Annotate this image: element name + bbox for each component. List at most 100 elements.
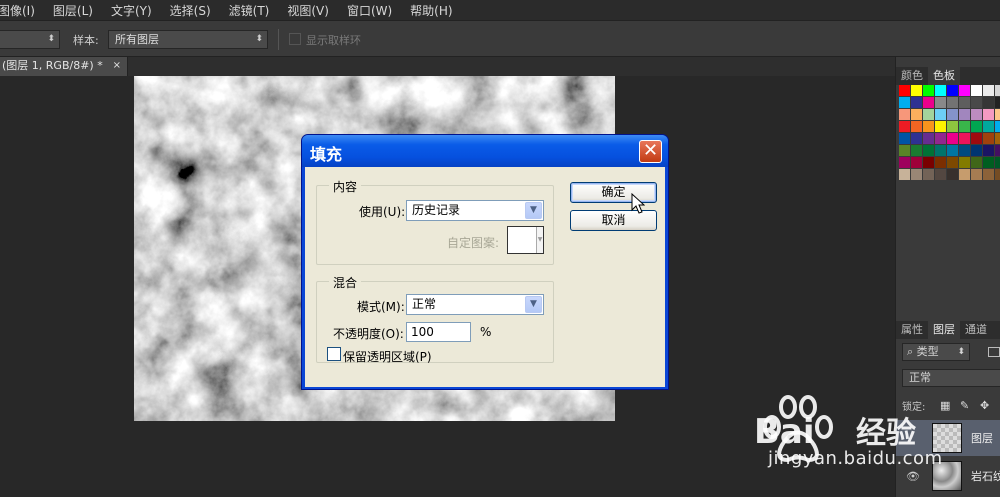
color-swatch[interactable] — [911, 85, 922, 96]
color-swatch[interactable] — [983, 109, 994, 120]
color-swatch[interactable] — [971, 121, 982, 132]
color-swatch[interactable] — [971, 109, 982, 120]
color-swatch[interactable] — [935, 169, 946, 180]
tab-color[interactable]: 颜色 — [896, 67, 928, 85]
color-swatch[interactable] — [911, 169, 922, 180]
color-swatch[interactable] — [983, 133, 994, 144]
color-swatch[interactable] — [911, 145, 922, 156]
tab-layers[interactable]: 图层 — [928, 321, 960, 339]
color-swatch[interactable] — [995, 97, 1000, 108]
color-swatch[interactable] — [983, 85, 994, 96]
menu-item[interactable]: 图像(I) — [0, 2, 35, 19]
color-swatch[interactable] — [971, 97, 982, 108]
color-swatch[interactable] — [923, 85, 934, 96]
close-button[interactable]: ✕ — [639, 140, 662, 163]
color-swatch[interactable] — [935, 133, 946, 144]
mode-select[interactable]: 正常 ▼ — [406, 294, 544, 315]
use-select[interactable]: 历史记录 ▼ — [406, 200, 544, 221]
color-swatch[interactable] — [971, 169, 982, 180]
color-swatch[interactable] — [995, 109, 1000, 120]
color-swatch[interactable] — [971, 145, 982, 156]
sample-size-select[interactable]: ⬍ — [0, 30, 60, 49]
color-swatch[interactable] — [959, 97, 970, 108]
color-swatch[interactable] — [923, 145, 934, 156]
document-tab[interactable]: (图层 1, RGB/8#) * × — [0, 57, 128, 76]
color-swatch[interactable] — [983, 169, 994, 180]
color-swatch[interactable] — [959, 133, 970, 144]
color-swatch[interactable] — [971, 157, 982, 168]
color-swatch[interactable] — [935, 97, 946, 108]
color-swatch[interactable] — [947, 133, 958, 144]
color-swatch[interactable] — [995, 121, 1000, 132]
show-ring-checkbox[interactable] — [289, 33, 301, 45]
color-swatch[interactable] — [995, 145, 1000, 156]
opacity-input[interactable]: 100 — [406, 322, 471, 342]
color-swatch[interactable] — [971, 85, 982, 96]
color-swatch[interactable] — [995, 85, 1000, 96]
tab-channels[interactable]: 通道 — [960, 321, 992, 339]
menu-item[interactable]: 滤镜(T) — [229, 2, 270, 19]
lock-brush-icon[interactable]: ✎ — [960, 400, 971, 411]
menu-item[interactable]: 帮助(H) — [410, 2, 452, 19]
menu-item[interactable]: 窗口(W) — [347, 2, 392, 19]
chevron-down-icon[interactable]: ▼ — [525, 296, 542, 313]
color-swatch[interactable] — [947, 97, 958, 108]
color-swatch[interactable] — [935, 145, 946, 156]
color-swatch[interactable] — [959, 109, 970, 120]
color-swatch[interactable] — [995, 169, 1000, 180]
close-icon[interactable]: × — [113, 57, 121, 75]
image-filter-icon[interactable] — [988, 347, 1000, 357]
color-swatch[interactable] — [911, 109, 922, 120]
color-swatch[interactable] — [959, 121, 970, 132]
color-swatch[interactable] — [959, 85, 970, 96]
tab-properties[interactable]: 属性 — [896, 321, 928, 339]
color-swatch[interactable] — [923, 133, 934, 144]
color-swatch[interactable] — [947, 145, 958, 156]
color-swatch[interactable] — [947, 121, 958, 132]
color-swatch[interactable] — [983, 157, 994, 168]
color-swatch[interactable] — [947, 169, 958, 180]
color-swatch[interactable] — [935, 109, 946, 120]
color-swatch[interactable] — [911, 97, 922, 108]
color-swatch[interactable] — [983, 145, 994, 156]
dialog-titlebar[interactable]: 填充 ✕ — [302, 135, 668, 167]
color-swatch[interactable] — [935, 157, 946, 168]
sample-select[interactable]: 所有图层 ⬍ — [108, 30, 268, 49]
color-swatch[interactable] — [935, 85, 946, 96]
color-swatch[interactable] — [899, 169, 910, 180]
color-swatch[interactable] — [911, 157, 922, 168]
tab-swatches[interactable]: 色板 — [928, 67, 960, 85]
color-swatch[interactable] — [971, 133, 982, 144]
color-swatch[interactable] — [959, 145, 970, 156]
color-swatch[interactable] — [899, 85, 910, 96]
color-swatch[interactable] — [959, 169, 970, 180]
color-swatch[interactable] — [923, 169, 934, 180]
color-swatch[interactable] — [899, 109, 910, 120]
color-swatch[interactable] — [923, 109, 934, 120]
color-swatch[interactable] — [899, 121, 910, 132]
color-swatch[interactable] — [911, 121, 922, 132]
chevron-down-icon[interactable]: ▼ — [525, 202, 542, 219]
color-swatch[interactable] — [947, 157, 958, 168]
layer-filter-select[interactable]: ⌕ 类型 ⬍ — [902, 343, 970, 361]
color-swatch[interactable] — [899, 97, 910, 108]
color-swatch[interactable] — [923, 97, 934, 108]
color-swatch[interactable] — [899, 157, 910, 168]
menu-item[interactable]: 视图(V) — [287, 2, 329, 19]
color-swatch[interactable] — [911, 133, 922, 144]
color-swatch[interactable] — [959, 157, 970, 168]
color-swatch[interactable] — [947, 109, 958, 120]
color-swatch[interactable] — [995, 133, 1000, 144]
menu-item[interactable]: 选择(S) — [170, 2, 211, 19]
color-swatch[interactable] — [899, 133, 910, 144]
color-swatch[interactable] — [923, 121, 934, 132]
color-swatch[interactable] — [983, 121, 994, 132]
menu-item[interactable]: 图层(L) — [53, 2, 93, 19]
color-swatch[interactable] — [899, 145, 910, 156]
lock-move-icon[interactable]: ✥ — [980, 400, 991, 411]
color-swatch[interactable] — [995, 157, 1000, 168]
color-swatch[interactable] — [935, 121, 946, 132]
color-swatch[interactable] — [947, 85, 958, 96]
menu-item[interactable]: 文字(Y) — [111, 2, 152, 19]
preserve-transparency-checkbox[interactable] — [327, 347, 341, 361]
